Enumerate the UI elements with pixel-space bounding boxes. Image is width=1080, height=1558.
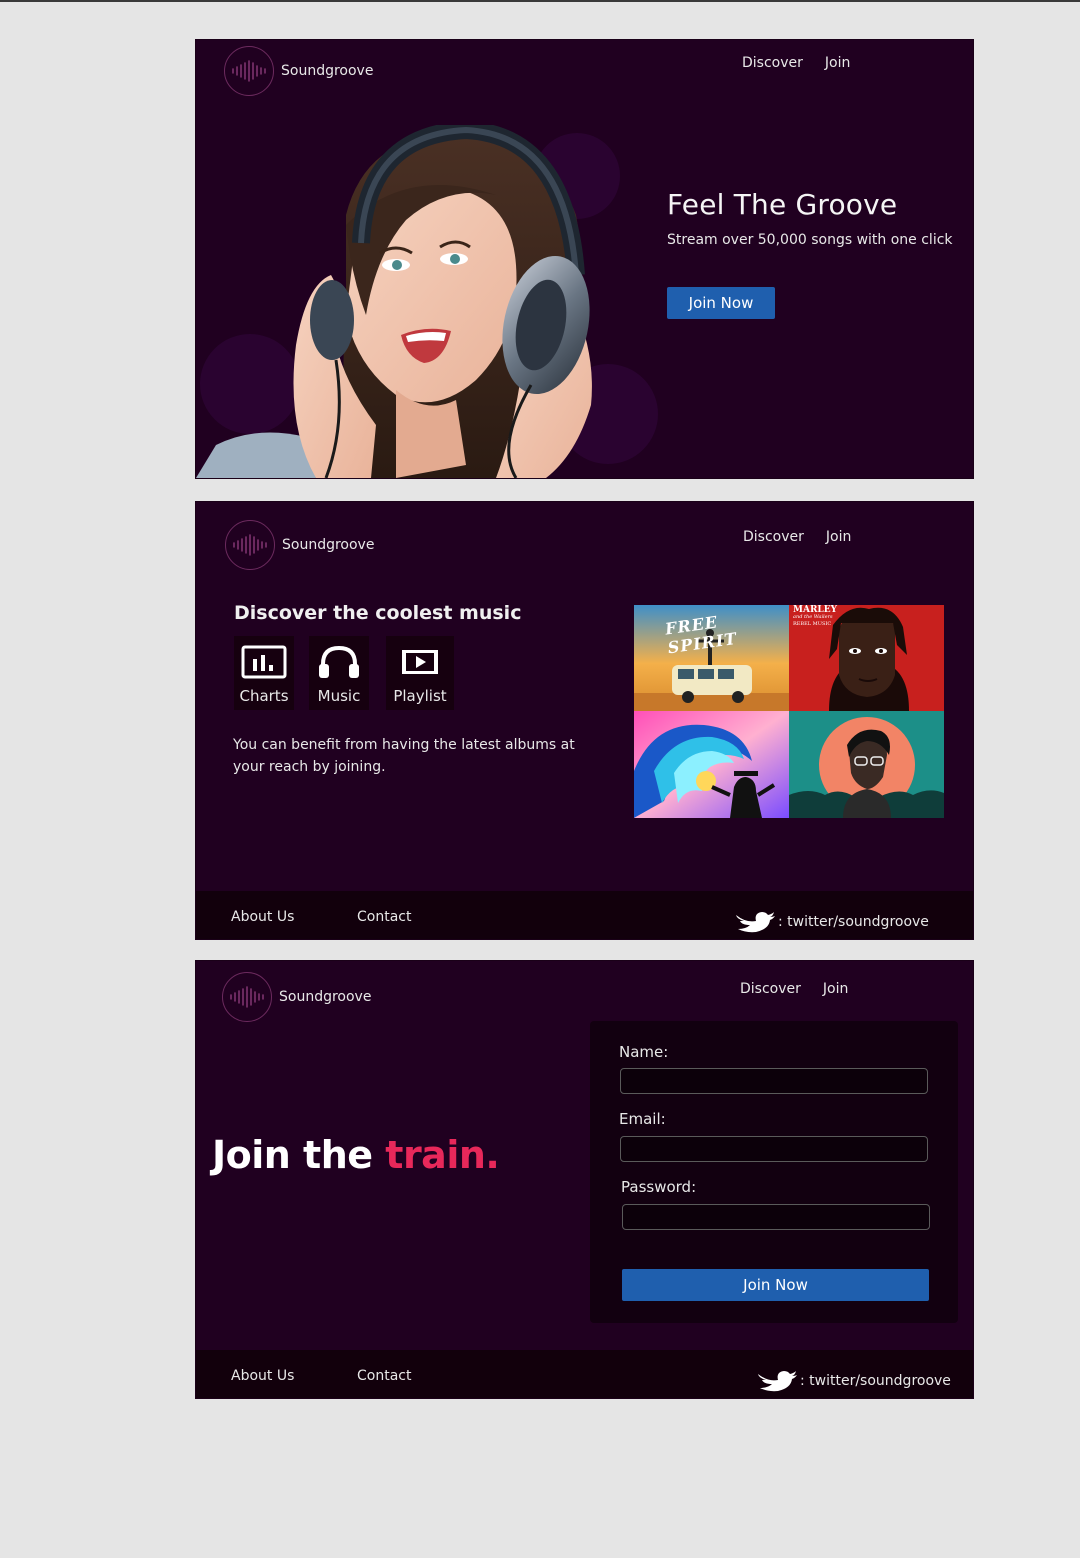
discover-frame: Soundgroove Discover Join Discover the c… — [196, 502, 973, 939]
form-join-now-button[interactable]: Join Now — [622, 1269, 929, 1301]
chart-icon — [241, 642, 287, 682]
album-wave-image — [634, 711, 789, 818]
top-nav: Discover Join — [742, 55, 850, 71]
footer-twitter-link[interactable]: : twitter/soundgroove — [756, 1370, 951, 1392]
signup-form: Name: Email: Password: Join Now — [590, 1021, 958, 1323]
top-nav: Discover Join — [743, 529, 851, 545]
headphones-icon — [317, 642, 361, 682]
hero-subtitle: Stream over 50,000 songs with one click — [667, 232, 953, 248]
email-label: Email: — [619, 1110, 666, 1128]
join-headline: Join the train. — [212, 1133, 500, 1177]
nav-discover[interactable]: Discover — [743, 529, 804, 545]
feature-charts[interactable]: Charts — [234, 636, 294, 710]
soundwave-logo-icon — [224, 46, 274, 96]
album-cover[interactable] — [634, 711, 789, 818]
discover-description: You can benefit from having the latest a… — [233, 737, 575, 775]
password-field[interactable] — [622, 1204, 930, 1230]
album-cover[interactable]: MARLEY and the Wailers REBEL MUSIC — [789, 605, 944, 711]
join-frame: Soundgroove Discover Join Join the train… — [196, 961, 973, 1398]
album-portrait-image — [789, 711, 944, 818]
nav-join[interactable]: Join — [825, 55, 850, 71]
email-field[interactable] — [620, 1136, 928, 1162]
footer-twitter-handle: : twitter/soundgroove — [778, 914, 929, 930]
site-footer: About Us Contact : twitter/soundgroove — [196, 1350, 973, 1398]
footer-twitter-link[interactable]: : twitter/soundgroove — [734, 911, 929, 933]
soundwave-logo-icon — [225, 520, 275, 570]
site-footer: About Us Contact : twitter/soundgroove — [196, 891, 973, 939]
hero-frame: Soundgroove Discover Join Feel The Groov… — [196, 40, 973, 478]
album-extra: REBEL MUSIC — [793, 621, 832, 627]
footer-contact-link[interactable]: Contact — [357, 1368, 411, 1384]
brand-name: Soundgroove — [281, 63, 374, 79]
feature-playlist[interactable]: Playlist — [386, 636, 454, 710]
feature-playlist-label: Playlist — [393, 687, 447, 705]
name-label: Name: — [619, 1043, 669, 1061]
nav-discover[interactable]: Discover — [740, 981, 801, 997]
playlist-icon — [400, 642, 440, 682]
footer-twitter-handle: : twitter/soundgroove — [800, 1373, 951, 1389]
brand-logo[interactable]: Soundgroove — [222, 972, 371, 1022]
brand-logo[interactable]: Soundgroove — [225, 520, 374, 570]
soundwave-logo-icon — [222, 972, 272, 1022]
nav-discover[interactable]: Discover — [742, 55, 803, 71]
twitter-bird-icon — [758, 1371, 797, 1392]
hero-title: Feel The Groove — [667, 188, 898, 221]
footer-contact-link[interactable]: Contact — [357, 909, 411, 925]
album-subtitle: and the Wailers — [793, 614, 833, 620]
discover-title: Discover the coolest music — [234, 602, 522, 624]
album-cover[interactable] — [789, 711, 944, 818]
name-field[interactable] — [620, 1068, 928, 1094]
join-headline-accent: train. — [385, 1133, 500, 1177]
hero-headphones-woman-image — [196, 125, 592, 478]
nav-join[interactable]: Join — [826, 529, 851, 545]
feature-music-label: Music — [317, 687, 361, 705]
twitter-bird-icon — [736, 912, 775, 933]
album-cover[interactable]: FREE SPIRIT — [634, 605, 789, 711]
nav-join[interactable]: Join — [823, 981, 848, 997]
brand-logo[interactable]: Soundgroove — [224, 46, 373, 96]
feature-music[interactable]: Music — [309, 636, 369, 710]
top-nav: Discover Join — [740, 981, 848, 997]
join-headline-text: Join the — [212, 1133, 386, 1177]
footer-about-us-link[interactable]: About Us — [231, 909, 294, 925]
footer-about-us-link[interactable]: About Us — [231, 1368, 294, 1384]
password-label: Password: — [621, 1178, 697, 1196]
brand-name: Soundgroove — [279, 989, 372, 1005]
album-grid: FREE SPIRIT MARLEY and the Wailers REBEL… — [634, 605, 944, 818]
hero-join-now-button[interactable]: Join Now — [667, 287, 775, 319]
feature-charts-label: Charts — [239, 687, 289, 705]
brand-name: Soundgroove — [282, 537, 375, 553]
window-top-border — [0, 0, 1080, 2]
